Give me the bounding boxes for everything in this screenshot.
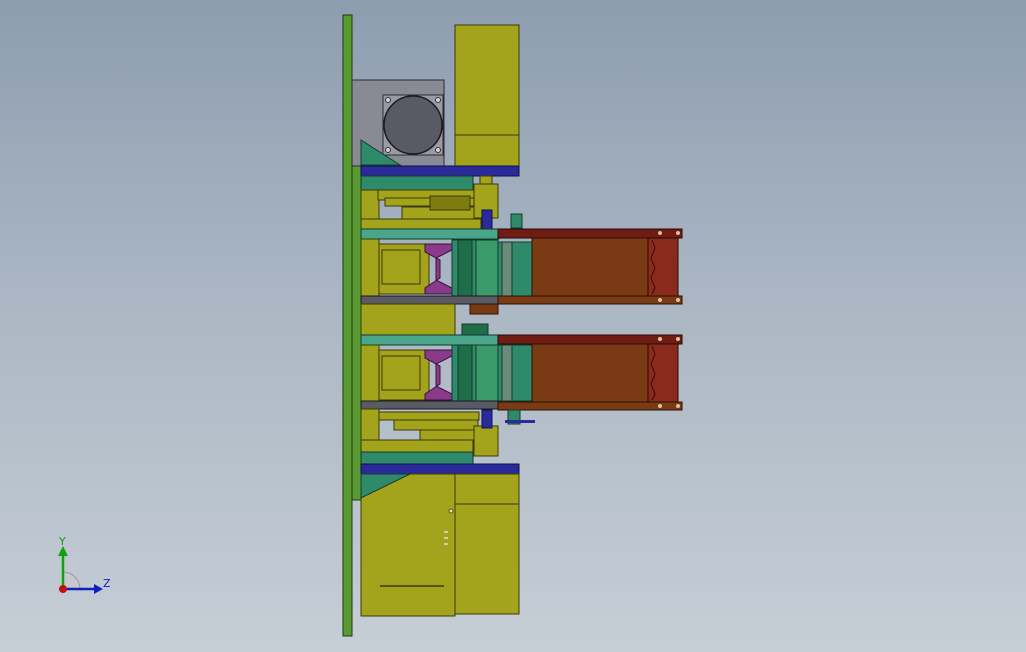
upper-gripper-rail[interactable] xyxy=(360,228,500,240)
base-plate[interactable] xyxy=(342,14,353,637)
upper-conveyor-top-rail[interactable] xyxy=(497,228,683,239)
lower-conveyor-belt[interactable] xyxy=(531,343,649,403)
top-motor[interactable] xyxy=(454,24,520,168)
lower-conveyor-bottom-rail[interactable] xyxy=(497,401,683,411)
top-crossbar[interactable] xyxy=(360,165,520,177)
upper-conveyor-bottom-rail[interactable] xyxy=(497,295,683,305)
upper-conveyor-belt[interactable] xyxy=(531,237,649,297)
orientation-triad: Y Z xyxy=(58,535,111,594)
z-axis-label: Z xyxy=(103,577,111,590)
bottom-gearbox[interactable] xyxy=(360,473,456,617)
bottom-crossbar[interactable] xyxy=(360,463,520,475)
z-axis-arrow xyxy=(94,584,103,594)
lower-conveyor-top-rail[interactable] xyxy=(497,334,683,345)
gearbox-flange xyxy=(383,95,443,155)
x-axis-dot xyxy=(59,585,67,593)
bottom-motor[interactable] xyxy=(454,473,520,615)
cad-viewport[interactable]: Y Z xyxy=(0,0,1026,652)
lower-gripper-rail[interactable] xyxy=(360,334,500,346)
y-axis-label: Y xyxy=(58,535,66,548)
assembly-drawing: Y Z xyxy=(58,14,683,637)
inner-plate[interactable] xyxy=(351,162,362,501)
